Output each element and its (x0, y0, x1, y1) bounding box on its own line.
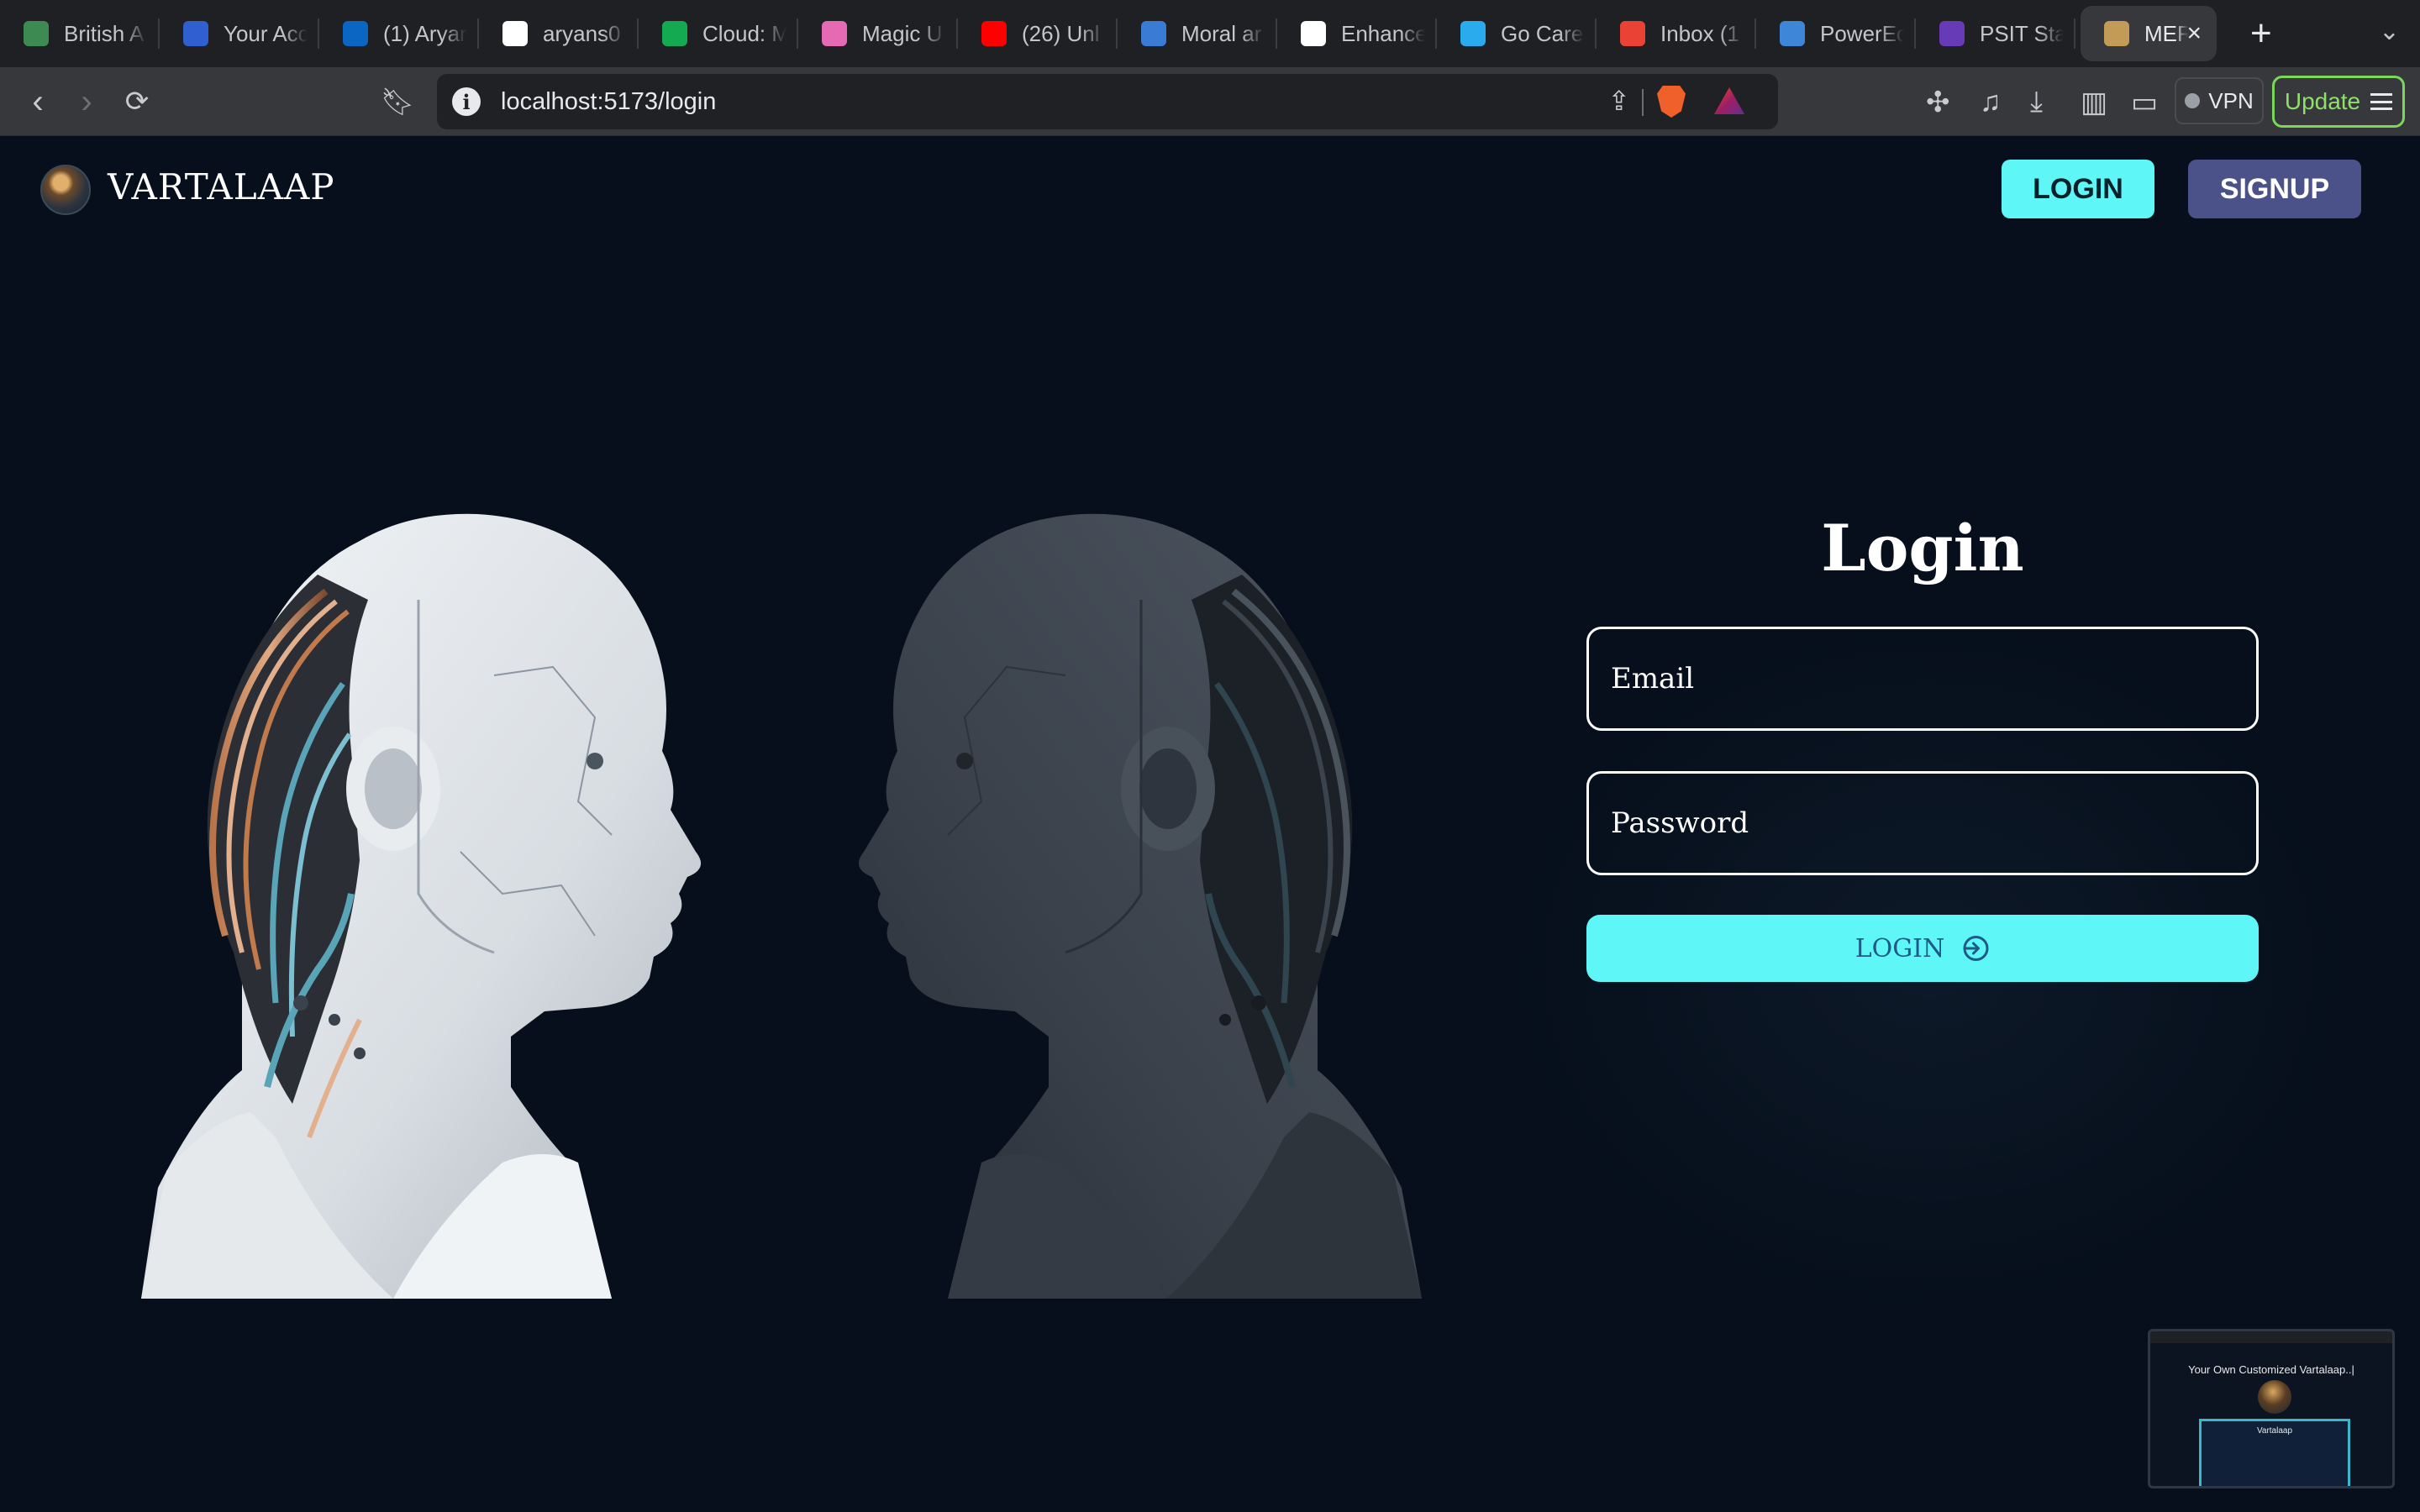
forward-button[interactable]: › (66, 81, 108, 123)
pip-headline: Your Own Customized Vartalaap..| (2188, 1363, 2354, 1376)
linkedin-icon (343, 21, 368, 46)
video-play-icon (1141, 21, 1166, 46)
browser-tab-title: (26) Unl (1022, 20, 1100, 46)
browser-tab[interactable]: Moral ar (1118, 0, 1277, 67)
youtube-icon (981, 21, 1007, 46)
browser-tab-title: Your Acc (224, 20, 308, 46)
browser-tab-title: MER (2144, 20, 2188, 46)
browser-tab-title: Cloud: M (702, 20, 786, 46)
dark-robot-head (858, 513, 1422, 1299)
pip-window-title: Vartalaap (2256, 1426, 2293, 1436)
browser-tab[interactable]: PSIT Sta (1916, 0, 2075, 67)
sidebar-icon[interactable]: ▥ (2081, 86, 2107, 119)
browser-tab[interactable]: MER × (2081, 6, 2217, 61)
vartalaap-logo-avatar[interactable] (40, 165, 91, 215)
picture-in-picture-preview[interactable]: Your Own Customized Vartalaap..| Vartala… (2148, 1329, 2395, 1488)
bookmark-icon[interactable]: 🔖︎ (376, 81, 418, 123)
login-arrow-icon (1963, 936, 1989, 961)
browser-tab[interactable]: Inbox (1 (1597, 0, 1756, 67)
openai-icon (1301, 21, 1326, 46)
vartalaap-favicon (2104, 21, 2129, 46)
nav-login-button[interactable]: LOGIN (2002, 160, 2154, 218)
brand-name[interactable]: VARTALAAP (108, 166, 335, 207)
nav-signup-button[interactable]: SIGNUP (2188, 160, 2361, 218)
browser-tab-strip: British A Your Acc (1) Aryan aryans0 Cloud: … (0, 0, 2420, 67)
gmail-icon (1620, 21, 1645, 46)
magic-ui-icon (822, 21, 847, 46)
mongodb-leaf-icon (662, 21, 687, 46)
browser-tab-title: (1) Aryan (383, 20, 467, 46)
browser-tab[interactable]: aryans0 (479, 0, 639, 67)
wallet-icon[interactable]: ▭ (2131, 86, 2158, 119)
close-tab-icon[interactable]: × (2186, 19, 2202, 48)
share-icon[interactable]: ⇪ (1607, 85, 1630, 117)
browser-tab[interactable]: (26) Unl (958, 0, 1118, 67)
white-robot-head (141, 513, 702, 1299)
browser-tab-title: Moral ar (1181, 20, 1262, 46)
telegram-icon (1460, 21, 1486, 46)
address-bar[interactable]: i localhost:5173/login ⇪ (437, 74, 1778, 129)
poweredu-icon (1780, 21, 1805, 46)
site-info-icon[interactable]: i (452, 87, 481, 116)
back-button[interactable]: ‹ (17, 81, 59, 123)
robot-heads-illustration (141, 513, 1422, 1299)
vpn-label: VPN (2208, 87, 2254, 113)
shield-check-icon (183, 21, 208, 46)
browser-tab-title: PowerEd (1820, 20, 1904, 46)
browser-tab[interactable]: Your Acc (160, 0, 319, 67)
brave-rewards-icon[interactable] (1714, 87, 1744, 114)
browser-tab-title: Go Care (1501, 20, 1584, 46)
browser-tab[interactable]: Go Care (1437, 0, 1597, 67)
browser-tab-title: PSIT Sta (1980, 20, 2064, 46)
login-submit-button[interactable]: LOGIN (1586, 915, 2259, 982)
browser-tab-title: aryans0 (543, 20, 621, 46)
brave-shields-icon[interactable] (1657, 86, 1686, 118)
pip-avatar (2258, 1380, 2291, 1414)
login-submit-label: LOGIN (1854, 933, 1945, 963)
browser-tab[interactable]: PowerEd (1756, 0, 1916, 67)
browser-tab-title: Inbox (1 (1660, 20, 1739, 46)
tab-search-chevron-icon[interactable]: ⌄ (2379, 17, 2400, 46)
reload-button[interactable]: ⟳ (116, 81, 158, 123)
form-icon (1939, 21, 1965, 46)
github-icon (502, 21, 528, 46)
british-airways-icon (24, 21, 49, 46)
downloads-icon[interactable]: ⤓ (2030, 86, 2043, 118)
browser-tab[interactable]: Enhance (1277, 0, 1437, 67)
browser-tab[interactable]: (1) Aryan (319, 0, 479, 67)
browser-tab[interactable]: Cloud: M (639, 0, 798, 67)
extensions-icon[interactable]: ✣ (1926, 86, 1950, 119)
new-tab-button[interactable]: + (2250, 13, 2272, 55)
url-text[interactable]: localhost:5173/login (501, 88, 716, 116)
update-label: Update (2284, 88, 2361, 114)
browser-toolbar: ‹ › ⟳ 🔖︎ i localhost:5173/login ⇪ ✣ ♫ ⤓ … (0, 67, 2420, 136)
browser-tab-title: Enhance (1341, 20, 1425, 46)
pip-browser-bar (2150, 1331, 2392, 1343)
menu-hamburger-icon (2370, 93, 2393, 110)
vpn-status-icon (2185, 93, 2201, 108)
pip-inner-window: Vartalaap (2199, 1419, 2350, 1486)
browser-tab[interactable]: Magic U (798, 0, 958, 67)
vpn-button[interactable]: VPN (2175, 77, 2264, 124)
update-button[interactable]: Update (2272, 76, 2405, 128)
password-field[interactable] (1586, 771, 2259, 875)
address-bar-divider (1642, 89, 1644, 116)
email-field[interactable] (1586, 627, 2259, 731)
browser-tab-title: British A (64, 20, 145, 46)
browser-tab[interactable]: British A (0, 0, 160, 67)
media-music-icon[interactable]: ♫ (1980, 86, 2002, 118)
login-title: Login (1821, 511, 2024, 585)
browser-tab-title: Magic U (862, 20, 943, 46)
